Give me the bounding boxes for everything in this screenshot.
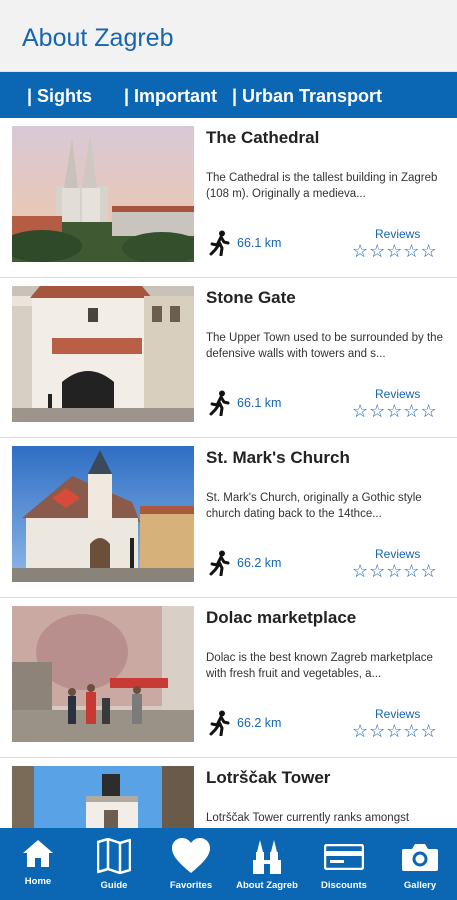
cathedral-photo (12, 126, 194, 262)
nav-label: Guide (100, 880, 128, 891)
place-description: The Upper Town used to be surrounded by … (206, 332, 443, 360)
heart-icon (171, 838, 211, 879)
distance-value: 66.1 km (237, 236, 282, 250)
reviews-link[interactable]: Reviews (375, 547, 420, 561)
place-title: Dolac marketplace (206, 608, 357, 627)
place-title: Lotrščak Tower (206, 768, 331, 787)
walking-icon (209, 230, 231, 257)
place-title: St. Mark's Church (206, 448, 350, 467)
list-item-stone-gate[interactable]: Stone Gate The Upper Town used to be sur… (0, 278, 457, 438)
bottom-navigation: Home Guide Favorites About Zagreb Discou… (0, 828, 457, 900)
walking-icon (209, 710, 231, 737)
place-title: The Cathedral (206, 128, 320, 147)
distance-value: 66.1 km (237, 396, 282, 410)
cathedral-icon (252, 838, 282, 881)
place-description: Dolac is the best known Zagreb marketpla… (206, 652, 433, 680)
nav-about-zagreb[interactable]: About Zagreb (234, 828, 300, 900)
list-item-cathedral[interactable]: The Cathedral The Cathedral is the talle… (0, 118, 457, 278)
tab-urban-transport[interactable]: | Urban Transport (232, 86, 382, 107)
nav-label: Discounts (321, 880, 367, 891)
distance-value: 66.2 km (237, 716, 282, 730)
category-tabs: | Sights | Important | Urban Transport (0, 72, 457, 118)
map-icon (96, 837, 132, 879)
nav-label: Favorites (169, 880, 213, 891)
distance-value: 66.2 km (237, 556, 282, 570)
nav-label: Gallery (403, 880, 437, 891)
nav-home[interactable]: Home (14, 828, 62, 900)
rating-stars: ☆☆☆☆☆ (352, 721, 438, 741)
nav-label: Home (24, 876, 52, 887)
tab-sights[interactable]: | Sights (27, 86, 92, 107)
card-icon (323, 843, 365, 875)
place-description: Lotrščak Tower currently ranks amongst (206, 812, 410, 824)
reviews-link[interactable]: Reviews (375, 387, 420, 401)
rating-stars: ☆☆☆☆☆ (352, 401, 438, 421)
list-item-dolac-marketplace[interactable]: Dolac marketplace Dolac is the best know… (0, 598, 457, 758)
nav-guide[interactable]: Guide (90, 828, 138, 900)
list-item-lotrscak-tower[interactable]: Lotrščak Tower Lotrščak Tower currently … (0, 758, 457, 828)
app-header: About Zagreb (0, 0, 457, 72)
place-description: The Cathedral is the tallest building in… (206, 172, 438, 200)
dolac-marketplace-photo (12, 606, 194, 742)
rating-stars: ☆☆☆☆☆ (352, 241, 438, 261)
stone-gate-photo (12, 286, 194, 422)
tab-important[interactable]: | Important (124, 86, 217, 107)
sights-list[interactable]: The Cathedral The Cathedral is the talle… (0, 118, 457, 828)
list-item-st-marks-church[interactable]: St. Mark's Church St. Mark's Church, ori… (0, 438, 457, 598)
reviews-link[interactable]: Reviews (375, 227, 420, 241)
rating-stars: ☆☆☆☆☆ (352, 561, 438, 581)
nav-gallery[interactable]: Gallery (396, 828, 444, 900)
nav-discounts[interactable]: Discounts (318, 828, 370, 900)
reviews-link[interactable]: Reviews (375, 707, 420, 721)
walking-icon (209, 390, 231, 417)
place-description: St. Mark's Church, originally a Gothic s… (206, 492, 422, 520)
camera-icon (401, 842, 439, 877)
nav-label: About Zagreb (236, 880, 298, 891)
lotrscak-tower-photo (12, 766, 194, 828)
st-marks-church-photo (12, 446, 194, 582)
home-icon (22, 838, 54, 873)
place-title: Stone Gate (206, 288, 296, 307)
page-title: About Zagreb (22, 24, 174, 52)
nav-favorites[interactable]: Favorites (166, 828, 216, 900)
walking-icon (209, 550, 231, 577)
